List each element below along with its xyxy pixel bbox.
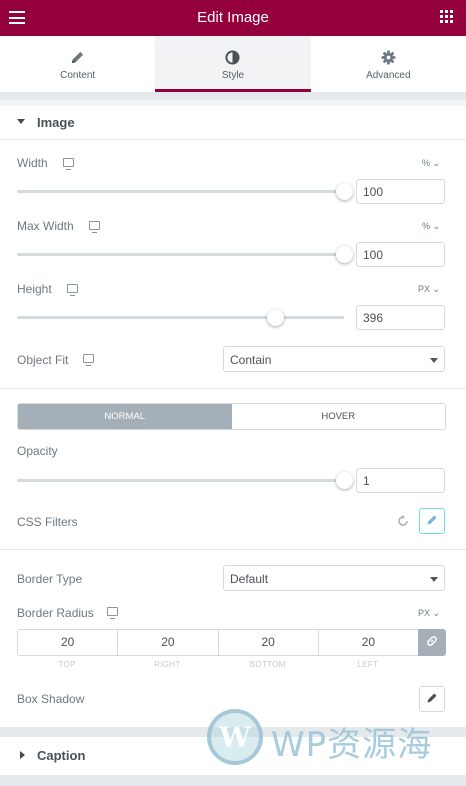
object-fit-label: Object Fit	[17, 353, 69, 367]
reset-icon[interactable]	[396, 514, 410, 528]
panel-header: Edit Image	[0, 0, 466, 36]
section-divider	[0, 549, 466, 550]
gear-icon	[311, 50, 466, 65]
tab-content[interactable]: Content	[0, 36, 155, 92]
pencil-icon	[426, 692, 438, 707]
border-radius-side-labels: TOP RIGHT BOTTOM LEFT	[17, 660, 418, 669]
tab-advanced[interactable]: Advanced	[311, 36, 466, 92]
tab-hover[interactable]: HOVER	[232, 404, 446, 429]
link-values-button[interactable]	[418, 629, 446, 656]
link-icon	[426, 635, 438, 650]
border-type-label: Border Type	[17, 572, 83, 586]
desktop-device-icon[interactable]	[83, 354, 94, 366]
tab-content-label: Content	[60, 70, 96, 81]
tab-normal[interactable]: NORMAL	[18, 404, 232, 429]
caret-right-icon	[20, 751, 25, 759]
object-fit-select[interactable]: Contain	[223, 346, 445, 372]
tabs-divider	[0, 92, 466, 100]
top-label: TOP	[58, 660, 76, 669]
width-input[interactable]: 100	[356, 179, 445, 204]
border-type-select[interactable]: Default	[223, 565, 445, 591]
wordpress-logo-icon: W	[207, 709, 263, 765]
watermark: W WP资源海	[207, 709, 452, 765]
max-width-slider-track[interactable]	[17, 253, 344, 256]
height-label: Height	[17, 282, 52, 296]
css-filters-label: CSS Filters	[17, 515, 78, 529]
height-slider-track[interactable]	[17, 316, 344, 319]
width-label: Width	[17, 156, 48, 170]
section-image-header[interactable]: Image	[0, 106, 466, 140]
tab-style-label: Style	[221, 70, 245, 81]
tab-style[interactable]: Style	[155, 36, 311, 92]
pencil-icon	[426, 514, 438, 529]
tab-advanced-label: Advanced	[366, 70, 411, 81]
desktop-device-icon[interactable]	[67, 284, 78, 296]
height-unit-select[interactable]: PX ⌄	[418, 284, 440, 295]
section-image-title: Image	[37, 115, 75, 130]
caret-down-icon	[17, 119, 25, 124]
max-width-slider-handle[interactable]	[336, 246, 353, 263]
border-radius-label: Border Radius	[17, 606, 94, 620]
section-divider	[0, 388, 466, 389]
border-radius-unit-select[interactable]: PX ⌄	[418, 608, 440, 619]
width-unit-select[interactable]: % ⌄	[422, 158, 440, 169]
border-radius-dimensions: 20 20 20 20	[17, 629, 446, 656]
radius-top-input[interactable]: 20	[17, 629, 118, 656]
box-shadow-label: Box Shadow	[17, 692, 85, 706]
panel-footer-band	[0, 775, 466, 786]
chevron-down-icon	[430, 577, 438, 582]
css-filters-edit-button[interactable]	[419, 508, 445, 534]
max-width-label: Max Width	[17, 219, 74, 233]
pencil-icon	[0, 50, 155, 65]
radius-right-input[interactable]: 20	[117, 629, 218, 656]
radius-left-input[interactable]: 20	[317, 629, 418, 656]
watermark-text: WP资源海	[271, 725, 433, 765]
widgets-grid-icon[interactable]	[440, 10, 453, 23]
desktop-device-icon[interactable]	[107, 607, 118, 619]
max-width-input[interactable]: 100	[356, 242, 445, 267]
panel-title: Edit Image	[197, 9, 269, 26]
desktop-device-icon[interactable]	[89, 221, 100, 233]
state-toggle: NORMAL HOVER	[17, 403, 446, 430]
height-slider-handle[interactable]	[267, 309, 284, 326]
contrast-icon	[155, 50, 310, 65]
height-input[interactable]: 396	[356, 305, 445, 330]
opacity-slider-handle[interactable]	[336, 472, 353, 489]
max-width-unit-select[interactable]: % ⌄	[422, 221, 440, 232]
right-label: RIGHT	[154, 660, 181, 669]
left-label: LEFT	[357, 660, 379, 669]
section-caption-title: Caption	[37, 748, 86, 763]
opacity-label: Opacity	[17, 444, 58, 458]
width-slider-handle[interactable]	[336, 183, 353, 200]
opacity-input[interactable]: 1	[356, 468, 445, 493]
chevron-down-icon	[430, 358, 438, 363]
radius-bottom-input[interactable]: 20	[217, 629, 318, 656]
width-slider-track[interactable]	[17, 190, 344, 193]
bottom-label: BOTTOM	[249, 660, 286, 669]
opacity-slider-track[interactable]	[17, 479, 344, 482]
desktop-device-icon[interactable]	[63, 158, 74, 170]
editor-tabs: Content Style Advanced	[0, 36, 466, 92]
